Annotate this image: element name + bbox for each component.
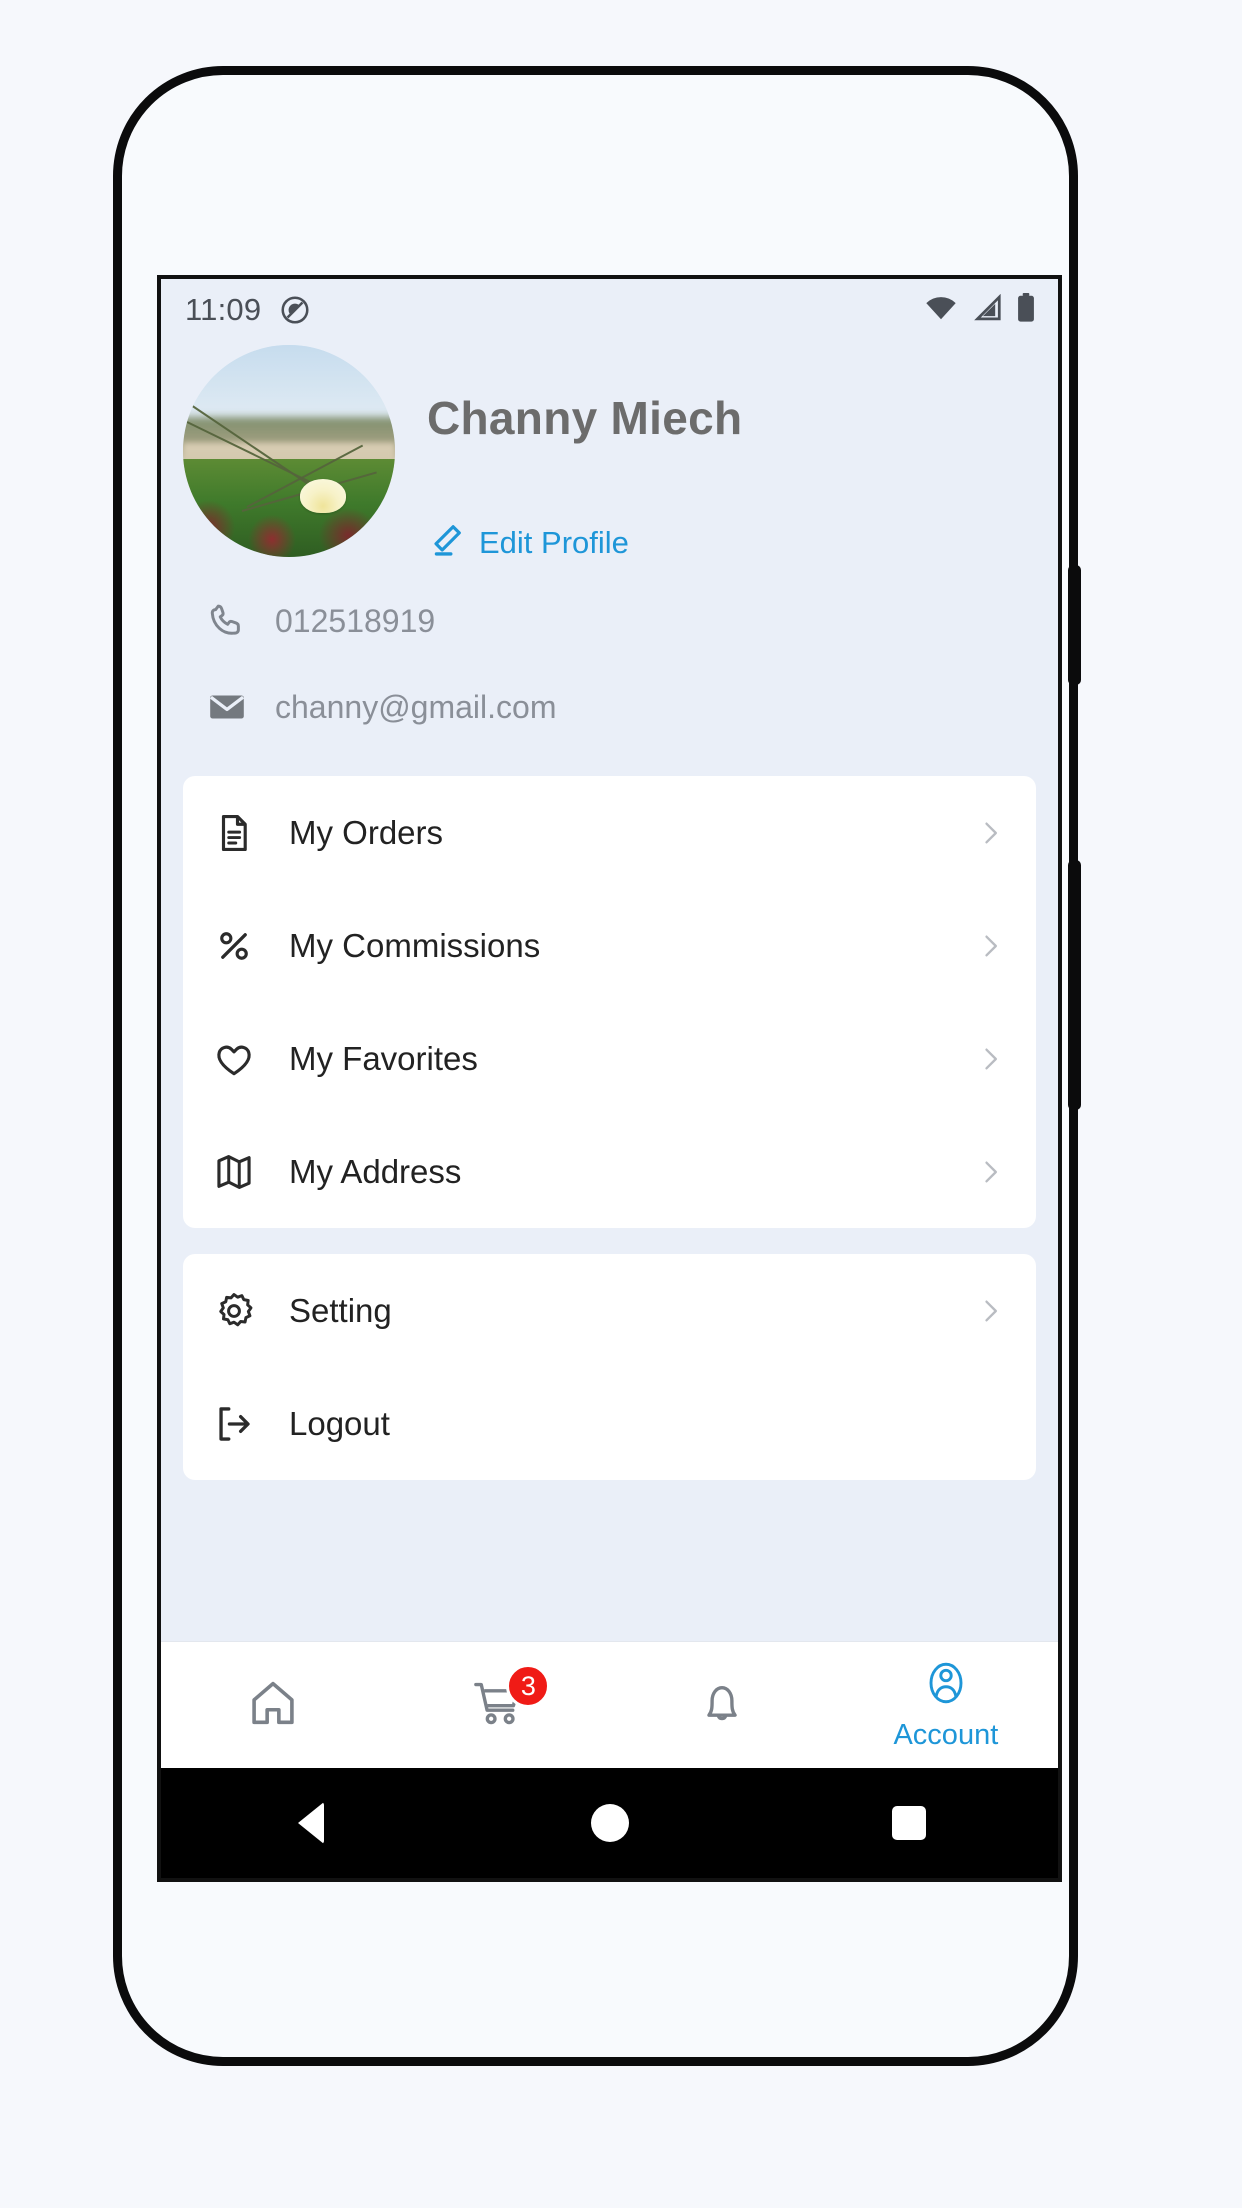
- body-spacer: [161, 1480, 1058, 1641]
- home-icon: [246, 1676, 300, 1735]
- cart-badge: 3: [506, 1664, 551, 1708]
- profile-name: Channy Miech: [427, 392, 743, 444]
- menu-item-my-favorites[interactable]: My Favorites: [183, 1002, 1036, 1115]
- menu-item-my-address[interactable]: My Address: [183, 1115, 1036, 1228]
- screenshot-stage: 11:09 Channy Miech Edit Profile 01251891…: [0, 0, 1242, 2208]
- menu-body: My Orders My Commissions My Favorites My…: [161, 776, 1058, 1641]
- nav-item-account-label: Account: [893, 1719, 999, 1751]
- heart-icon: [213, 1038, 275, 1080]
- pencil-icon: [427, 521, 465, 564]
- phone-screen: 11:09 Channy Miech Edit Profile 01251891…: [157, 275, 1062, 1882]
- status-bar: 11:09: [161, 279, 1058, 341]
- document-icon: [213, 812, 275, 854]
- contact-list: 012518919 channy@gmail.com: [161, 578, 1058, 750]
- battery-icon: [1016, 292, 1036, 328]
- nav-item-home[interactable]: [161, 1642, 385, 1768]
- menu-item-label: My Address: [289, 1152, 462, 1190]
- chevron-right-icon: [976, 932, 1004, 960]
- android-home-button[interactable]: [460, 1804, 759, 1842]
- logout-icon: [213, 1403, 275, 1445]
- menu-item-label: Setting: [289, 1291, 392, 1329]
- contact-email-value: channy@gmail.com: [275, 688, 557, 725]
- gear-icon: [213, 1290, 275, 1332]
- menu-item-label: My Commissions: [289, 926, 541, 964]
- chevron-right-icon: [976, 1158, 1004, 1186]
- chevron-right-icon: [976, 1297, 1004, 1325]
- edit-profile-label: Edit Profile: [479, 524, 629, 560]
- menu-card-primary: My Orders My Commissions My Favorites My…: [183, 776, 1036, 1228]
- contact-row-phone: 012518919: [161, 578, 1058, 664]
- wifi-icon: [924, 294, 958, 327]
- dnd-icon: [279, 294, 311, 326]
- menu-item-label: My Favorites: [289, 1039, 478, 1077]
- menu-item-setting[interactable]: Setting: [183, 1254, 1036, 1367]
- profile-header: Channy Miech Edit Profile 012518919 chan…: [161, 341, 1058, 776]
- bell-icon: [695, 1676, 749, 1735]
- android-back-button[interactable]: [161, 1802, 460, 1844]
- phone-icon: [201, 600, 253, 642]
- menu-item-label: My Orders: [289, 813, 444, 851]
- status-bar-icons: [924, 292, 1036, 328]
- menu-item-my-orders[interactable]: My Orders: [183, 776, 1036, 889]
- menu-item-logout[interactable]: Logout: [183, 1367, 1036, 1480]
- bottom-navigation-bar: 3 Account: [161, 1641, 1058, 1768]
- menu-card-secondary: Setting Logout: [183, 1254, 1036, 1480]
- chevron-right-icon: [976, 1045, 1004, 1073]
- signal-icon: [972, 293, 1002, 327]
- android-recents-button[interactable]: [759, 1806, 1058, 1840]
- phone-side-button-top[interactable]: [1068, 565, 1081, 685]
- contact-row-email: channy@gmail.com: [161, 664, 1058, 750]
- chevron-right-icon: [976, 819, 1004, 847]
- status-bar-clock: 11:09: [185, 292, 262, 327]
- menu-item-label: Logout: [289, 1404, 390, 1442]
- nav-item-cart[interactable]: 3: [385, 1642, 609, 1768]
- android-navigation-bar: [161, 1768, 1058, 1878]
- contact-phone-value: 012518919: [275, 602, 436, 639]
- avatar[interactable]: [183, 345, 395, 557]
- menu-item-my-commissions[interactable]: My Commissions: [183, 889, 1036, 1002]
- mail-icon: [201, 686, 253, 728]
- nav-item-account[interactable]: Account: [834, 1642, 1058, 1768]
- percent-icon: [213, 925, 275, 967]
- edit-profile-button[interactable]: Edit Profile: [427, 521, 742, 564]
- account-icon: [921, 1658, 971, 1713]
- map-icon: [213, 1151, 275, 1193]
- nav-item-notifications[interactable]: [610, 1642, 834, 1768]
- phone-side-button-bottom[interactable]: [1068, 860, 1081, 1110]
